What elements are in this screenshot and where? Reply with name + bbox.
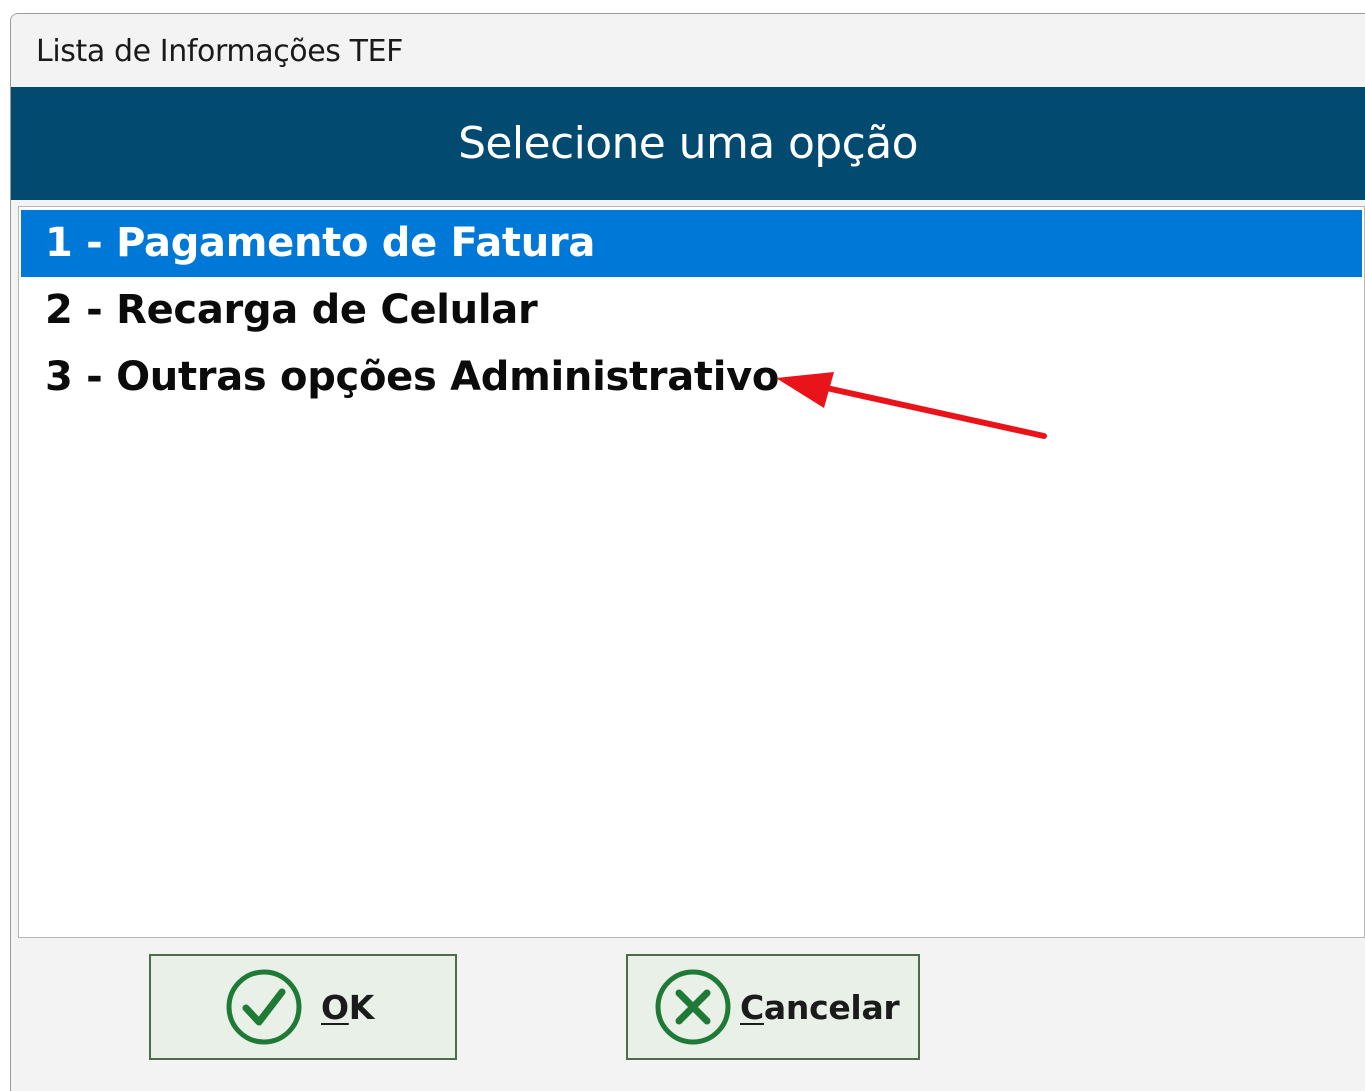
ok-button-label: OK — [321, 988, 374, 1027]
list-item-recarga-de-celular[interactable]: 2 - Recarga de Celular — [21, 277, 1362, 344]
header-band: Selecione uma opção — [11, 87, 1365, 200]
x-circle-icon — [654, 968, 732, 1046]
window-title: Lista de Informações TEF — [36, 34, 403, 69]
check-circle-icon — [225, 968, 303, 1046]
ok-mnemonic: O — [321, 987, 349, 1027]
cancel-label-rest: ancelar — [763, 987, 900, 1027]
cancel-button[interactable]: Cancelar — [626, 954, 920, 1060]
list-item-pagamento-de-fatura[interactable]: 1 - Pagamento de Fatura — [21, 210, 1362, 277]
cancel-mnemonic: C — [740, 987, 764, 1027]
ok-button[interactable]: OK — [149, 954, 457, 1060]
cancel-button-label: Cancelar — [740, 987, 900, 1027]
options-list[interactable]: 1 - Pagamento de Fatura 2 - Recarga de C… — [18, 206, 1365, 938]
dialog-window: Lista de Informações TEF Selecione uma o… — [10, 13, 1365, 1091]
button-bar: OK Cancelar — [11, 938, 1365, 1091]
ok-label-rest: K — [348, 987, 375, 1027]
title-bar: Lista de Informações TEF — [11, 14, 1365, 87]
header-title: Selecione uma opção — [458, 118, 918, 169]
list-item-outras-opcoes-administrativo[interactable]: 3 - Outras opções Administrativo — [21, 344, 1362, 411]
